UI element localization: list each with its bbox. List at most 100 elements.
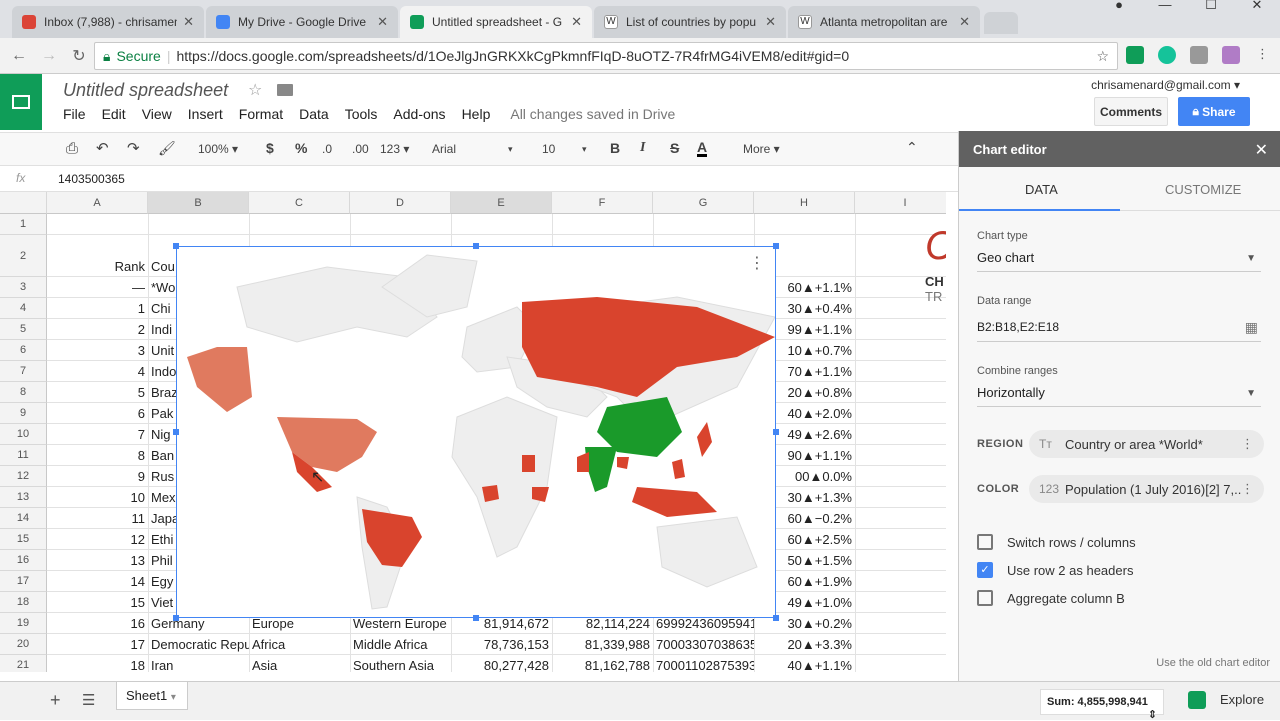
cell-a[interactable] (47, 214, 148, 235)
geo-chart[interactable]: ⋮ ↖ (173, 243, 779, 621)
browser-tab-drive[interactable]: My Drive - Google Drive ✕ (206, 6, 398, 38)
cell-a[interactable]: 17 (47, 634, 148, 655)
checkbox-unchecked[interactable] (977, 534, 993, 550)
resize-handle[interactable] (473, 615, 479, 621)
increase-decimal-button[interactable]: .00 (352, 142, 369, 156)
share-button[interactable]: 🔒︎ Share (1178, 97, 1250, 126)
cell-e[interactable]: 78,736,153 (451, 634, 552, 655)
row-header[interactable]: 12 (0, 466, 47, 487)
menu-help[interactable]: Help (462, 106, 491, 122)
row-header[interactable]: 8 (0, 382, 47, 403)
text-color-button[interactable]: A (697, 140, 708, 157)
row-header[interactable]: 1 (0, 214, 47, 235)
cell-a[interactable]: 4 (47, 361, 148, 382)
cell-c[interactable]: Africa (249, 634, 350, 655)
decrease-decimal-button[interactable]: .0 (322, 142, 332, 156)
cell-e[interactable]: 80,277,428 (451, 655, 552, 672)
undo-icon[interactable]: ↶ (96, 139, 109, 157)
cell-a[interactable]: 7 (47, 424, 148, 445)
cell-a[interactable]: 16 (47, 613, 148, 634)
checkbox-checked[interactable]: ✓ (977, 562, 993, 578)
document-title[interactable]: Untitled spreadsheet (63, 80, 228, 101)
cell-a[interactable]: 15 (47, 592, 148, 613)
currency-format-button[interactable]: $ (266, 140, 274, 156)
resize-handle[interactable] (173, 615, 179, 621)
cell-g[interactable]: 70001102875393566 (653, 655, 754, 672)
print-icon[interactable]: ⎙ (66, 140, 78, 157)
column-header[interactable]: F (552, 192, 653, 214)
close-tab-icon[interactable]: ✕ (765, 14, 776, 30)
row-header[interactable]: 20 (0, 634, 47, 655)
cell-h[interactable]: 20▲+3.3% (754, 634, 855, 655)
collapse-chevron-icon[interactable]: ⌃ (906, 139, 918, 156)
cell-a[interactable]: 5 (47, 382, 148, 403)
row-header[interactable]: 2 (0, 235, 47, 277)
sheets-logo[interactable] (0, 74, 42, 130)
color-chip[interactable]: 123 Population (1 July 2016)[2] 7,... ⋮ (1029, 475, 1264, 503)
cell-b[interactable] (148, 214, 249, 235)
menu-data[interactable]: Data (299, 106, 329, 122)
resize-handle[interactable] (173, 243, 179, 249)
formula-input[interactable]: 1403500365 (58, 172, 125, 186)
extension-icon[interactable] (1190, 46, 1208, 64)
chevron-down-icon[interactable]: ▼ (1246, 388, 1256, 399)
sheet-tab[interactable]: Sheet1 ▾ (116, 682, 188, 710)
menu-insert[interactable]: Insert (188, 106, 223, 122)
menu-edit[interactable]: Edit (102, 106, 126, 122)
cell-f[interactable] (552, 214, 653, 235)
menu-file[interactable]: File (63, 106, 86, 122)
cell-a[interactable]: 11 (47, 508, 148, 529)
cell-a[interactable]: 10 (47, 487, 148, 508)
percent-format-button[interactable]: % (295, 140, 307, 156)
row-header[interactable]: 14 (0, 508, 47, 529)
more-options-icon[interactable]: ⋮ (1241, 481, 1254, 497)
menu-tools[interactable]: Tools (345, 106, 378, 122)
cell-f[interactable]: 81,162,788 (552, 655, 653, 672)
close-tab-icon[interactable]: ✕ (959, 14, 970, 30)
chart-type-select[interactable]: Geo chart (977, 250, 1034, 265)
old-chart-editor-link[interactable]: Use the old chart editor (1156, 657, 1270, 669)
column-header[interactable]: D (350, 192, 451, 214)
cell-a[interactable]: 14 (47, 571, 148, 592)
row-header[interactable]: 11 (0, 445, 47, 466)
row-header[interactable]: 15 (0, 529, 47, 550)
cell-a[interactable]: 18 (47, 655, 148, 672)
cell-g[interactable] (653, 214, 754, 235)
region-chip[interactable]: Tт Country or area *World* ⋮ (1029, 430, 1264, 458)
bold-button[interactable]: B (610, 140, 620, 156)
cell-h[interactable] (754, 214, 855, 235)
cell-a[interactable]: Rank (47, 256, 148, 277)
cell-b[interactable]: Iran (148, 655, 249, 672)
row-header[interactable]: 18 (0, 592, 47, 613)
chevron-down-icon[interactable]: ▼ (1246, 253, 1256, 264)
more-options-icon[interactable]: ⋮ (1241, 436, 1254, 452)
resize-handle[interactable] (173, 429, 179, 435)
column-header[interactable]: A (47, 192, 148, 214)
select-all-corner[interactable] (0, 192, 47, 214)
browser-tab-wiki-atlanta[interactable]: W Atlanta metropolitan are ✕ (788, 6, 980, 38)
cell-a[interactable]: 9 (47, 466, 148, 487)
column-header[interactable]: I (855, 192, 946, 214)
profile-icon[interactable]: ● (1096, 0, 1142, 22)
menu-addons[interactable]: Add-ons (393, 106, 445, 122)
row-header[interactable]: 9 (0, 403, 47, 424)
row-header[interactable]: 19 (0, 613, 47, 634)
switch-rows-columns-checkbox[interactable]: Switch rows / columns (977, 534, 1136, 550)
cell-e[interactable] (451, 214, 552, 235)
chart-menu-icon[interactable]: ⋮ (749, 253, 765, 273)
extension-grammarly-icon[interactable] (1158, 46, 1176, 64)
cell-d[interactable] (350, 214, 451, 235)
url-bar[interactable]: 🔒︎ Secure | https://docs.google.com/spre… (94, 42, 1118, 70)
tab-customize[interactable]: CUSTOMIZE (1165, 182, 1241, 197)
forward-icon[interactable]: → (34, 47, 64, 65)
cell-g[interactable]: 70003307038635733 (653, 634, 754, 655)
row-header[interactable]: 17 (0, 571, 47, 592)
cell-a[interactable]: — (47, 277, 148, 298)
close-tab-icon[interactable]: ✕ (377, 14, 388, 30)
browser-tab-wiki-countries[interactable]: W List of countries by popu ✕ (594, 6, 786, 38)
close-icon[interactable]: ✕ (1255, 140, 1268, 160)
zoom-select[interactable]: 100% ▾ (198, 142, 238, 156)
italic-button[interactable]: I (640, 140, 645, 156)
more-formats-button[interactable]: 123 ▾ (380, 142, 409, 156)
save-status[interactable]: All changes saved in Drive (510, 106, 675, 122)
